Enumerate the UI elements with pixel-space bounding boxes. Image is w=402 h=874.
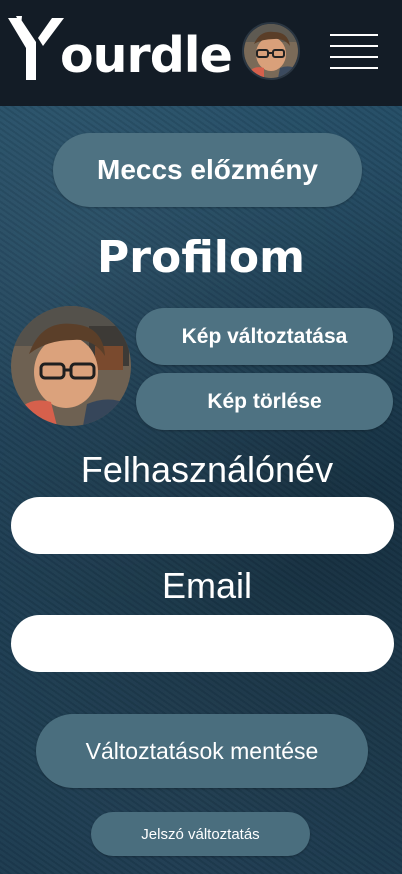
email-label: Email — [161, 565, 253, 606]
navbar: ourdle — [0, 0, 402, 106]
logo-y-mark — [8, 16, 64, 80]
user-avatar-icon — [244, 24, 298, 78]
delete-picture-button[interactable]: Kép törlése — [136, 373, 393, 430]
hamburger-menu-icon[interactable] — [328, 30, 380, 72]
profile-avatar — [11, 306, 131, 426]
profile-avatar-icon — [11, 306, 131, 426]
username-label: Felhasználónév — [80, 449, 334, 490]
logo-text: ourdle — [60, 27, 233, 84]
page-title: Profilom — [97, 232, 305, 283]
username-input[interactable] — [11, 497, 394, 554]
yourdle-logo[interactable]: ourdle — [8, 14, 233, 86]
change-password-button[interactable]: Jelszó változtatás — [91, 812, 310, 856]
save-changes-button[interactable]: Változtatások mentése — [36, 714, 368, 788]
nav-avatar[interactable] — [242, 22, 300, 80]
email-input[interactable] — [11, 615, 394, 672]
change-picture-button[interactable]: Kép változtatása — [136, 308, 393, 365]
match-history-button[interactable]: Meccs előzmény — [53, 133, 362, 207]
